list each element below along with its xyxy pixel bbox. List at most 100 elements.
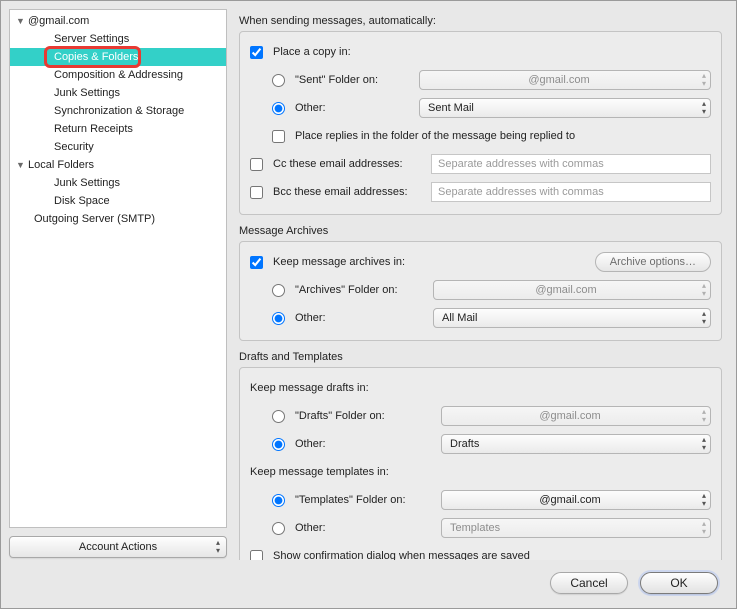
tree-label: Disk Space — [52, 195, 110, 207]
templates-folder-on-row: "Templates" Folder on: @gmail.com ▴▾ — [250, 488, 711, 512]
combo-value: @gmail.com — [539, 410, 600, 422]
updown-icon: ▴▾ — [702, 72, 706, 88]
templates-folder-radio[interactable] — [272, 494, 285, 507]
tree-label: @gmail.com — [28, 15, 89, 27]
updown-icon: ▴▾ — [702, 492, 706, 508]
combo-value: @gmail.com — [528, 74, 589, 86]
drafts-other-radio[interactable] — [272, 438, 285, 451]
keep-archives-label: Keep message archives in: — [273, 256, 405, 268]
tree-label: Synchronization & Storage — [52, 105, 184, 117]
archives-other-combo[interactable]: All Mail ▴▾ — [433, 308, 711, 328]
ok-button[interactable]: OK — [640, 572, 718, 594]
templates-other-combo[interactable]: Templates ▴▾ — [441, 518, 711, 538]
sending-group: Place a copy in: "Sent" Folder on: @gmai… — [239, 31, 722, 215]
keep-archives-row: Keep message archives in: Archive option… — [250, 250, 711, 274]
updown-icon: ▴▾ — [702, 100, 706, 116]
tree-outgoing-smtp[interactable]: Outgoing Server (SMTP) — [10, 210, 226, 228]
templates-other-row: Other: Templates ▴▾ — [250, 516, 711, 540]
tree-label: Composition & Addressing — [52, 69, 183, 81]
tree-item-junk[interactable]: Junk Settings — [10, 84, 226, 102]
tree-account-gmail[interactable]: ▼ @gmail.com — [10, 12, 226, 30]
confirm-checkbox[interactable] — [250, 550, 263, 561]
bcc-row: Bcc these email addresses: — [250, 180, 711, 204]
templates-in-row: Keep message templates in: — [250, 460, 711, 484]
drafts-other-combo[interactable]: Drafts ▴▾ — [441, 434, 711, 454]
updown-icon: ▴▾ — [702, 520, 706, 536]
sent-folder-radio[interactable] — [272, 74, 285, 87]
place-copy-label: Place a copy in: — [273, 46, 351, 58]
chevron-down-icon: ▼ — [16, 16, 28, 26]
combo-value: Sent Mail — [428, 102, 474, 114]
tree-item-return-receipts[interactable]: Return Receipts — [10, 120, 226, 138]
bcc-input[interactable] — [431, 182, 711, 202]
sent-other-label: Other: — [295, 102, 413, 114]
templates-other-label: Other: — [295, 522, 435, 534]
tree-item-sync-storage[interactable]: Synchronization & Storage — [10, 102, 226, 120]
cc-row: Cc these email addresses: — [250, 152, 711, 176]
cc-label: Cc these email addresses: — [273, 158, 425, 170]
tree-item-copies-folders[interactable]: Copies & Folders — [10, 48, 226, 66]
combo-value: Templates — [450, 522, 500, 534]
drafts-group: Keep message drafts in: "Drafts" Folder … — [239, 367, 722, 560]
drafts-other-row: Other: Drafts ▴▾ — [250, 432, 711, 456]
place-replies-row: Place replies in the folder of the messa… — [250, 124, 711, 148]
templates-other-radio[interactable] — [272, 522, 285, 535]
combo-value: All Mail — [442, 312, 477, 324]
archives-account-combo[interactable]: @gmail.com ▴▾ — [433, 280, 711, 300]
keep-archives-checkbox[interactable] — [250, 256, 263, 269]
sent-account-combo[interactable]: @gmail.com ▴▾ — [419, 70, 711, 90]
tree-local-folders[interactable]: ▼ Local Folders — [10, 156, 226, 174]
updown-icon: ▴▾ — [702, 282, 706, 298]
sent-folder-on-label: "Sent" Folder on: — [295, 74, 413, 86]
tree-item-security[interactable]: Security — [10, 138, 226, 156]
archives-folder-radio[interactable] — [272, 284, 285, 297]
updown-icon: ▴▾ — [216, 539, 220, 555]
place-copy-row: Place a copy in: — [250, 40, 711, 64]
archive-options-button[interactable]: Archive options… — [595, 252, 711, 272]
confirm-label: Show confirmation dialog when messages a… — [273, 550, 530, 560]
templates-account-combo[interactable]: @gmail.com ▴▾ — [441, 490, 711, 510]
account-actions-button[interactable]: Account Actions ▴▾ — [9, 536, 227, 558]
sent-other-row: Other: Sent Mail ▴▾ — [250, 96, 711, 120]
bcc-checkbox[interactable] — [250, 186, 263, 199]
account-settings-window: ▼ @gmail.com Server Settings Copies & Fo… — [0, 0, 737, 609]
updown-icon: ▴▾ — [702, 310, 706, 326]
sent-other-combo[interactable]: Sent Mail ▴▾ — [419, 98, 711, 118]
combo-value: Drafts — [450, 438, 479, 450]
drafts-account-combo[interactable]: @gmail.com ▴▾ — [441, 406, 711, 426]
body-area: ▼ @gmail.com Server Settings Copies & Fo… — [1, 1, 736, 564]
tree-item-composition[interactable]: Composition & Addressing — [10, 66, 226, 84]
drafts-in-row: Keep message drafts in: — [250, 376, 711, 400]
archives-folder-on-label: "Archives" Folder on: — [295, 284, 427, 296]
archives-group: Keep message archives in: Archive option… — [239, 241, 722, 341]
place-replies-checkbox[interactable] — [272, 130, 285, 143]
sidebar: ▼ @gmail.com Server Settings Copies & Fo… — [9, 9, 227, 560]
drafts-title: Drafts and Templates — [239, 351, 722, 363]
tree-item-disk-space[interactable]: Disk Space — [10, 192, 226, 210]
tree-label: Junk Settings — [52, 177, 120, 189]
cc-input[interactable] — [431, 154, 711, 174]
drafts-folder-radio[interactable] — [272, 410, 285, 423]
sent-folder-on-row: "Sent" Folder on: @gmail.com ▴▾ — [250, 68, 711, 92]
accounts-tree[interactable]: ▼ @gmail.com Server Settings Copies & Fo… — [9, 9, 227, 528]
archives-other-label: Other: — [295, 312, 427, 324]
sent-other-radio[interactable] — [272, 102, 285, 115]
archives-folder-on-row: "Archives" Folder on: @gmail.com ▴▾ — [250, 278, 711, 302]
archives-other-radio[interactable] — [272, 312, 285, 325]
chevron-down-icon: ▼ — [16, 160, 28, 170]
tree-label: Copies & Folders — [52, 51, 138, 63]
drafts-folder-on-label: "Drafts" Folder on: — [295, 410, 435, 422]
bcc-label: Bcc these email addresses: — [273, 186, 425, 198]
place-copy-checkbox[interactable] — [250, 46, 263, 59]
tree-label: Server Settings — [52, 33, 129, 45]
tree-item-local-junk[interactable]: Junk Settings — [10, 174, 226, 192]
updown-icon: ▴▾ — [702, 408, 706, 424]
templates-in-label: Keep message templates in: — [250, 466, 389, 478]
tree-label: Junk Settings — [52, 87, 120, 99]
place-replies-label: Place replies in the folder of the messa… — [295, 130, 575, 142]
cc-checkbox[interactable] — [250, 158, 263, 171]
tree-label: Return Receipts — [52, 123, 133, 135]
cancel-button[interactable]: Cancel — [550, 572, 628, 594]
drafts-in-label: Keep message drafts in: — [250, 382, 369, 394]
combo-value: @gmail.com — [539, 494, 600, 506]
